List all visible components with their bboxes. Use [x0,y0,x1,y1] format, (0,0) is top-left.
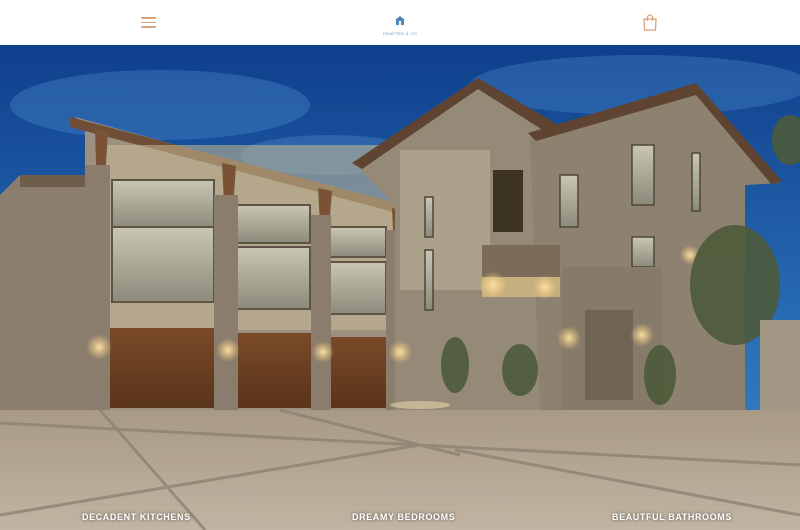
logo-text: CRAFTED & CO [382,31,418,36]
house-logo-icon [395,16,405,25]
hero-banner: DECADENT KITCHENS DREAMY BEDROOMS BEAUTF… [0,45,800,530]
shopping-bag-icon[interactable] [643,14,657,31]
category-link-kitchens[interactable]: DECADENT KITCHENS [82,512,191,522]
category-link-bedrooms[interactable]: DREAMY BEDROOMS [352,512,455,522]
category-captions: DECADENT KITCHENS DREAMY BEDROOMS BEAUTF… [0,490,800,530]
category-link-bathrooms[interactable]: BEAUTFUL BATHROOMS [612,512,732,522]
hamburger-menu-icon[interactable] [141,16,156,28]
site-logo[interactable]: CRAFTED & CO [382,12,418,36]
hero-house-image [0,45,800,530]
site-header: CRAFTED & CO [0,0,800,45]
